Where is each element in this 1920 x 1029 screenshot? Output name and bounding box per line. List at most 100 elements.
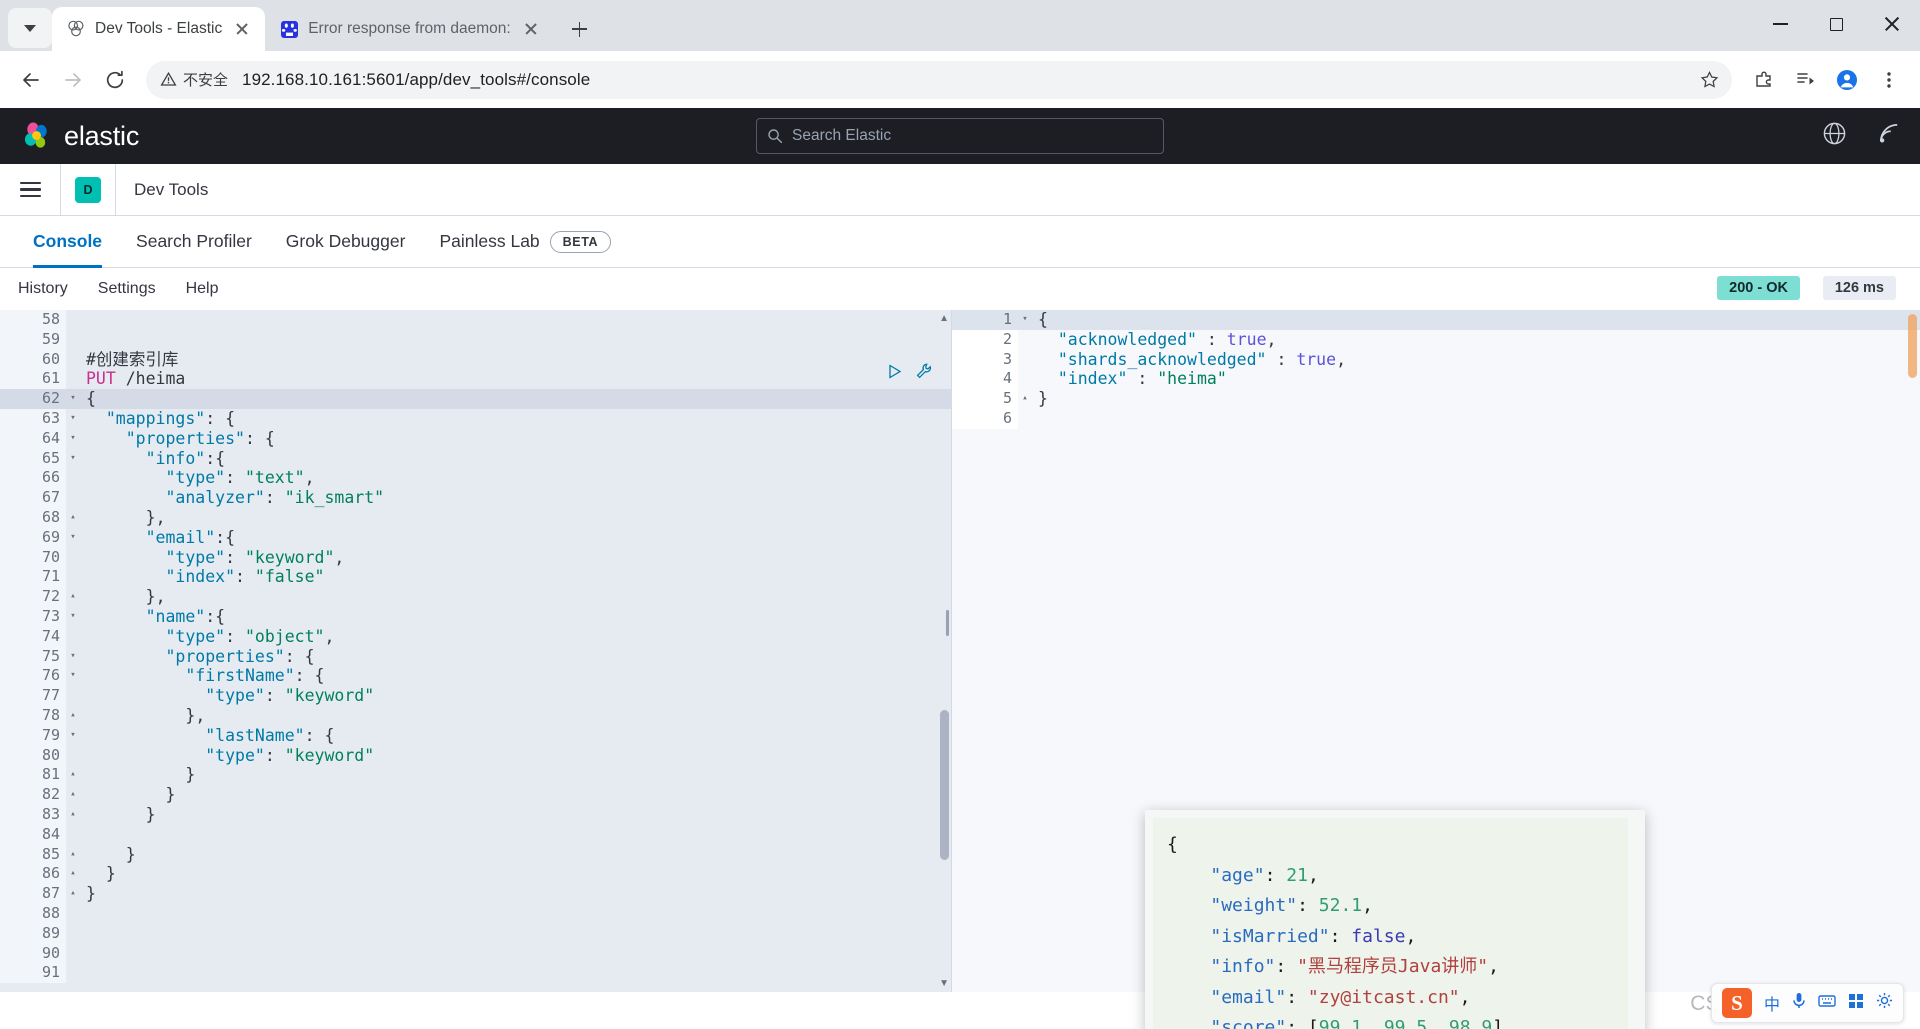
editor-code-lines[interactable]: 58 59 60 #创建索引库 61 PUT /heima 62 ▾{63 ▾ "mapping… [0, 310, 951, 992]
maximize-button[interactable] [1808, 0, 1864, 48]
fold-toggle-icon[interactable]: ▴ [66, 587, 80, 607]
fold-toggle-icon[interactable]: ▾ [66, 647, 80, 667]
code-text: "shards_acknowledged" : true, [1057, 349, 1346, 369]
breadcrumb-title[interactable]: Dev Tools [116, 164, 226, 215]
bookmark-star-button[interactable] [1692, 63, 1726, 97]
fold-toggle-icon[interactable]: ▾ [66, 429, 80, 449]
close-icon[interactable] [520, 18, 542, 40]
star-icon [1700, 70, 1718, 88]
fold-toggle-icon[interactable]: ▴ [66, 765, 80, 785]
tab-search-profiler[interactable]: Search Profiler [119, 216, 269, 267]
code-text: }, [145, 587, 166, 607]
tab-painless-lab[interactable]: Painless Lab BETA [422, 216, 628, 267]
response-time-badge: 126 ms [1822, 276, 1896, 300]
fold-toggle-icon[interactable]: ▴ [1018, 389, 1032, 409]
profile-button[interactable] [1828, 61, 1866, 99]
fold-toggle-icon[interactable]: ▾ [66, 409, 80, 429]
console-menu-settings[interactable]: Settings [98, 280, 156, 298]
code-line: 73 ▾ "name":{ [0, 606, 951, 627]
pane-resize-handle[interactable] [946, 610, 955, 636]
code-line: 90 [0, 943, 951, 964]
reload-button[interactable] [96, 61, 134, 99]
fold-toggle-icon[interactable]: ▾ [66, 389, 80, 409]
browser-tab-active[interactable]: Dev Tools - Elastic [52, 7, 266, 51]
extensions-button[interactable] [1744, 61, 1782, 99]
play-request-icon[interactable] [886, 363, 903, 385]
screenshot-annotation-overlay[interactable]: { "age": 21, "weight": 52.1, "isMarried"… [1145, 810, 1645, 1029]
tab-label: Painless Lab [439, 231, 540, 251]
console-menu-help[interactable]: Help [186, 280, 219, 298]
line-number: 81 [0, 765, 66, 786]
code-line: 79 ▾ "lastName": { [0, 725, 951, 746]
fold-toggle-icon[interactable]: ▴ [66, 805, 80, 825]
tab-search-button[interactable] [8, 8, 52, 48]
tab-grok-debugger[interactable]: Grok Debugger [269, 216, 423, 267]
close-icon[interactable] [231, 18, 253, 40]
new-tab-button[interactable] [563, 12, 597, 46]
fold-toggle-icon[interactable]: ▾ [66, 726, 80, 746]
fold-toggle-icon[interactable]: ▴ [66, 845, 80, 865]
code-line: 69 ▾ "email":{ [0, 527, 951, 548]
wrench-menu-icon[interactable] [915, 362, 933, 385]
request-editor[interactable]: 58 59 60 #创建索引库 61 PUT /heima 62 ▾{63 ▾ "mapping… [0, 310, 952, 992]
scroll-down-arrow[interactable]: ▼ [939, 978, 949, 989]
line-number: 1 [952, 310, 1018, 330]
fold-toggle-icon[interactable]: ▾ [66, 666, 80, 686]
code-text: "properties": { [125, 428, 275, 448]
fold-toggle-icon[interactable]: ▴ [66, 785, 80, 805]
sogou-logo-icon[interactable]: S [1721, 988, 1752, 1018]
keyboard-icon[interactable] [1818, 994, 1836, 1013]
fold-toggle-icon[interactable]: ▴ [66, 884, 80, 904]
fold-toggle-icon[interactable]: ▾ [66, 528, 80, 548]
code-text: } [105, 864, 116, 884]
browser-tab-title: Error response from daemon: [308, 20, 511, 37]
hamburger-menu-button[interactable] [0, 164, 60, 215]
line-number: 74 [0, 626, 66, 647]
elastic-wordmark: elastic [64, 120, 140, 151]
browser-tab-inactive[interactable]: Error response from daemon: [265, 7, 553, 51]
editor-scrollbar[interactable] [940, 710, 949, 860]
code-text: "name":{ [145, 606, 226, 626]
fold-toggle-icon[interactable]: ▾ [66, 607, 80, 627]
tab-console[interactable]: Console [16, 216, 119, 268]
fold-toggle-icon[interactable]: ▴ [66, 706, 80, 726]
line-number: 63 [0, 408, 66, 429]
browser-menu-button[interactable] [1870, 61, 1908, 99]
address-bar[interactable]: 不安全 192.168.10.161:5601/app/dev_tools#/c… [146, 60, 1732, 99]
settings-icon[interactable] [1876, 992, 1893, 1014]
line-number: 65 [0, 448, 66, 469]
news-feed-icon[interactable] [1877, 121, 1902, 151]
code-line: 76 ▾ "firstName": { [0, 666, 951, 687]
output-scrollbar[interactable] [1908, 314, 1917, 378]
console-menu-history[interactable]: History [18, 280, 68, 298]
code-line: 88 [0, 903, 951, 924]
fold-toggle-icon[interactable]: ▴ [66, 864, 80, 884]
fold-toggle-icon[interactable]: ▴ [66, 508, 80, 528]
global-search-input[interactable]: Search Elastic [756, 118, 1164, 154]
code-text: { [1038, 310, 1048, 329]
microphone-icon[interactable] [1792, 992, 1806, 1014]
fold-toggle-icon[interactable]: ▾ [1018, 310, 1032, 330]
code-line: 80 "type": "keyword" [0, 745, 951, 766]
code-line: 70 "type": "keyword", [0, 547, 951, 568]
site-security-chip[interactable]: 不安全 [160, 69, 228, 90]
snip-json-line: "score": [99.1, 99.5, 98.9], [1210, 1017, 1514, 1029]
forward-button[interactable] [54, 61, 92, 99]
close-window-button[interactable] [1864, 0, 1920, 48]
code-line: 84 [0, 824, 951, 845]
toolbox-icon[interactable] [1848, 993, 1864, 1014]
back-button[interactable] [12, 61, 50, 99]
reading-list-button[interactable] [1786, 61, 1824, 99]
scroll-up-arrow[interactable]: ▲ [939, 313, 949, 324]
ime-mode-label[interactable]: 中 [1764, 991, 1780, 1015]
snip-json-line: "info": "黑马程序员Java讲师", [1210, 956, 1499, 977]
line-number: 5 [952, 389, 1018, 409]
help-globe-icon[interactable] [1822, 121, 1847, 151]
elastic-logo[interactable]: elastic [22, 121, 139, 152]
code-text: "analyzer": "ik_smart" [165, 488, 385, 508]
minimize-button[interactable] [1752, 0, 1808, 48]
fold-toggle-icon[interactable]: ▾ [66, 449, 80, 469]
line-number: 76 [0, 666, 66, 687]
back-arrow-icon [23, 72, 39, 87]
code-text: } [145, 804, 156, 824]
